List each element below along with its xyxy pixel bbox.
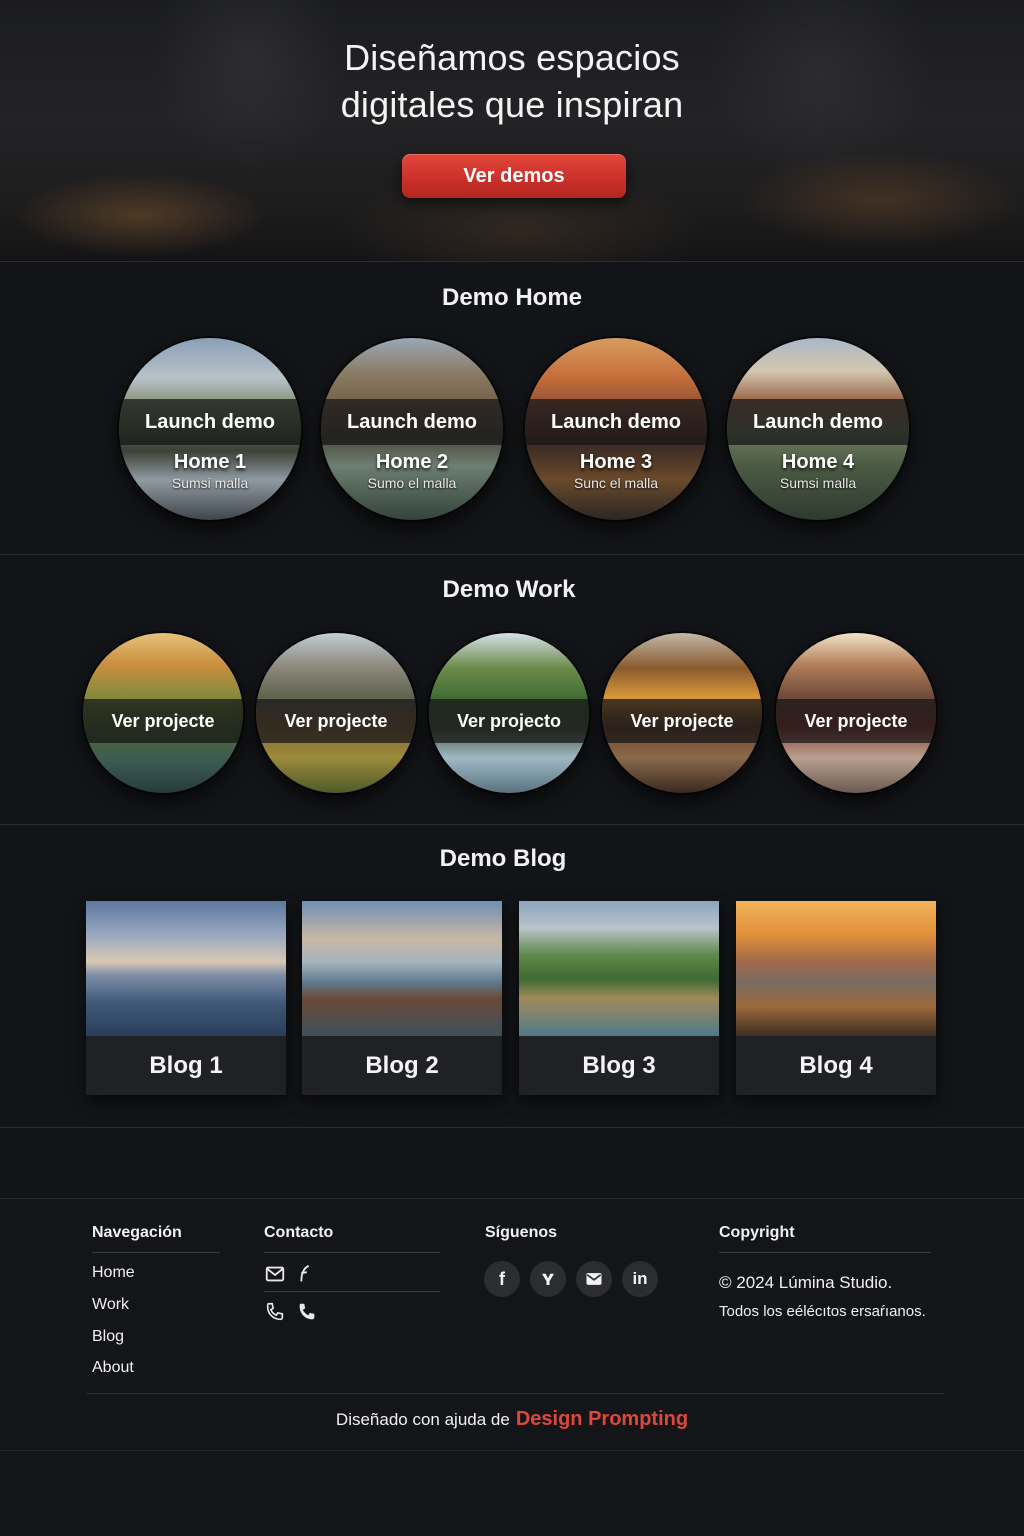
footer-link-about[interactable]: About bbox=[92, 1359, 134, 1377]
home-subtitle: Sumsi malla bbox=[779, 475, 857, 491]
phone-icon[interactable] bbox=[264, 1301, 286, 1323]
home-subtitle: Sumo el malla bbox=[367, 475, 457, 491]
work-demo-card-3[interactable]: Ver projecto bbox=[429, 633, 589, 793]
footer-bottom-rule bbox=[86, 1393, 944, 1394]
hero-section: Diseñamos espacios digitales que inspira… bbox=[0, 0, 1024, 262]
twitter-icon[interactable] bbox=[530, 1261, 566, 1297]
blog-thumbnail bbox=[86, 901, 286, 1036]
work-demo-card-2[interactable]: Ver projecte bbox=[256, 633, 416, 793]
home-demo-card-4[interactable]: Launch demo Home 4 Sumsi malla bbox=[727, 338, 909, 520]
hero-title-line-2: digitales que inspiran bbox=[340, 84, 684, 125]
section-divider bbox=[0, 554, 1024, 555]
demo-blog-title: Demo Blog bbox=[439, 845, 567, 872]
blog-card-title: Blog 1 bbox=[86, 1036, 286, 1095]
hero-title-line-1: Diseñamos espacios bbox=[344, 37, 680, 78]
section-divider bbox=[0, 824, 1024, 825]
view-project-label: Ver projecte bbox=[83, 699, 243, 743]
home-name: Home 1 bbox=[173, 451, 247, 473]
demo-home-title: Demo Home bbox=[441, 284, 583, 311]
blog-card-2[interactable]: Blog 2 bbox=[302, 901, 502, 1095]
work-demo-card-4[interactable]: Ver projecte bbox=[602, 633, 762, 793]
launch-demo-label: Launch demo bbox=[727, 399, 909, 445]
blog-card-3[interactable]: Blog 3 bbox=[519, 901, 719, 1095]
view-project-label: Ver projecte bbox=[602, 699, 762, 743]
work-demo-card-1[interactable]: Ver projecte bbox=[83, 633, 243, 793]
footer-link-home[interactable]: Home bbox=[92, 1264, 135, 1282]
footer-contact-rule-2 bbox=[264, 1291, 440, 1292]
blog-thumbnail bbox=[519, 901, 719, 1036]
launch-demo-label: Launch demo bbox=[321, 399, 503, 445]
view-project-label: Ver projecte bbox=[776, 699, 936, 743]
hero-title: Diseñamos espacios digitales que inspira… bbox=[0, 34, 1024, 128]
facebook-icon[interactable]: f bbox=[484, 1261, 520, 1297]
blog-thumbnail bbox=[302, 901, 502, 1036]
home-subtitle: Sumsi malla bbox=[171, 475, 249, 491]
blog-card-1[interactable]: Blog 1 bbox=[86, 901, 286, 1095]
view-demos-button[interactable]: Ver demos bbox=[402, 154, 626, 198]
footer-nav-heading: Navegación bbox=[92, 1224, 182, 1241]
footer-nav-rule bbox=[92, 1252, 220, 1253]
view-project-label: Ver projecte bbox=[256, 699, 416, 743]
footer-contact-rule bbox=[264, 1252, 440, 1253]
footer-copyright-rule bbox=[719, 1252, 931, 1253]
home-demo-card-2[interactable]: Launch demo Home 2 Sumo el malla bbox=[321, 338, 503, 520]
work-demo-card-5[interactable]: Ver projecte bbox=[776, 633, 936, 793]
home-name: Home 3 bbox=[579, 451, 653, 473]
home-subtitle: Sunc el malla bbox=[573, 475, 659, 491]
feather-icon[interactable] bbox=[294, 1263, 316, 1285]
home-name: Home 4 bbox=[781, 451, 855, 473]
footer bbox=[0, 1198, 1024, 1536]
section-divider bbox=[0, 1127, 1024, 1128]
demo-work-title: Demo Work bbox=[442, 576, 576, 603]
blog-card-title: Blog 3 bbox=[519, 1036, 719, 1095]
design-prompting-link[interactable]: Design Prompting bbox=[516, 1408, 688, 1430]
mail-icon[interactable] bbox=[264, 1263, 286, 1285]
blog-card-title: Blog 2 bbox=[302, 1036, 502, 1095]
footer-end-rule bbox=[0, 1450, 1024, 1451]
footer-link-blog[interactable]: Blog bbox=[92, 1328, 124, 1346]
footer-social-heading: Síguenos bbox=[485, 1224, 558, 1241]
home-demo-card-1[interactable]: Launch demo Home 1 Sumsi malla bbox=[119, 338, 301, 520]
rights-text: Todos los eélécıtos ersaŕıanos. bbox=[719, 1303, 926, 1320]
footer-link-work[interactable]: Work bbox=[92, 1296, 129, 1314]
credit-prefix: Diseñado con ajuda de bbox=[335, 1410, 510, 1429]
blog-thumbnail bbox=[736, 901, 936, 1036]
view-project-label: Ver projecto bbox=[429, 699, 589, 743]
footer-credit: Diseñado con ajuda de Design Prompting bbox=[0, 1408, 1024, 1431]
launch-demo-label: Launch demo bbox=[525, 399, 707, 445]
blog-card-4[interactable]: Blog 4 bbox=[736, 901, 936, 1095]
blog-card-title: Blog 4 bbox=[736, 1036, 936, 1095]
linkedin-icon[interactable]: in bbox=[622, 1261, 658, 1297]
home-name: Home 2 bbox=[375, 451, 449, 473]
phone-icon[interactable] bbox=[296, 1301, 318, 1323]
copyright-text: © 2024 Lúmina Studio. bbox=[719, 1273, 893, 1292]
launch-demo-label: Launch demo bbox=[119, 399, 301, 445]
footer-contact-heading: Contacto bbox=[264, 1224, 334, 1241]
home-demo-card-3[interactable]: Launch demo Home 3 Sunc el malla bbox=[525, 338, 707, 520]
mail-icon[interactable] bbox=[576, 1261, 612, 1297]
footer-copyright-heading: Copyright bbox=[719, 1224, 795, 1241]
